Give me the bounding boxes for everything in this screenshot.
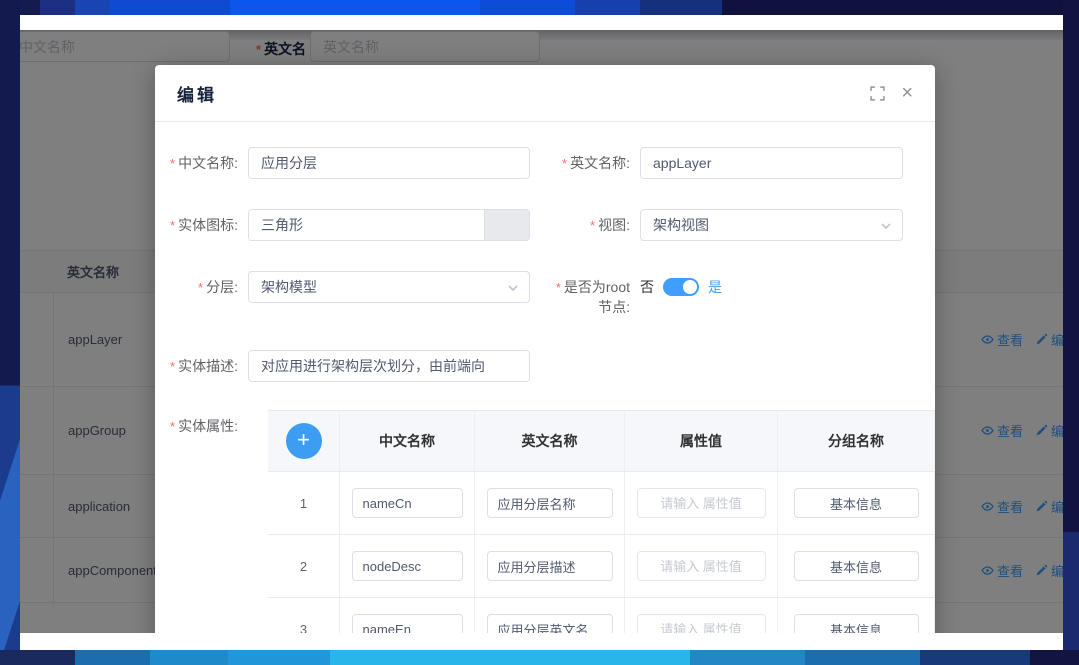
- attr-group-input[interactable]: [794, 551, 919, 581]
- attr-cn-name-input[interactable]: [352, 551, 463, 581]
- add-row-button[interactable]: +: [286, 423, 322, 459]
- attr-group-input[interactable]: [794, 488, 919, 518]
- attribute-row: 2: [268, 535, 935, 598]
- form-row: *实体图标: *视图: 架构视图: [155, 209, 935, 241]
- entity-desc-input[interactable]: [248, 350, 530, 382]
- attr-cn-name-input[interactable]: [352, 614, 463, 633]
- chevron-down-icon: [507, 282, 519, 294]
- row-index: 2: [268, 535, 340, 597]
- row-index: 3: [268, 598, 340, 633]
- icon-picker-button[interactable]: [484, 210, 529, 240]
- entity-icon-input-group: [248, 209, 530, 241]
- view-label: *视图:: [555, 209, 630, 236]
- toggle-on-text: 是: [708, 277, 722, 297]
- desktop-left-stripe: [0, 0, 20, 665]
- cn-name-label: *中文名称:: [163, 147, 238, 174]
- desktop-right-stripe: [1063, 0, 1079, 665]
- attr-value-input[interactable]: [637, 551, 766, 581]
- row-index: 1: [268, 472, 340, 534]
- layer-select-value: 架构模型: [261, 277, 317, 297]
- toggle-off-text: 否: [640, 277, 654, 297]
- switch-knob: [683, 280, 697, 294]
- is-root-label: *是否为root节点:: [555, 271, 630, 317]
- attr-en-name-input[interactable]: [487, 551, 613, 581]
- attr-en-name-input[interactable]: [487, 614, 613, 633]
- layer-label: *分层:: [163, 271, 238, 298]
- header-cn-name: 中文名称: [340, 411, 475, 471]
- is-root-switch[interactable]: [663, 278, 699, 296]
- header-en-name: 英文名称: [475, 411, 625, 471]
- close-icon[interactable]: ×: [901, 83, 913, 103]
- desktop-top-stripe: [0, 0, 1079, 15]
- form-row: *实体描述:: [155, 350, 935, 382]
- attr-group-input[interactable]: [794, 614, 919, 633]
- header-attr-value: 属性值: [625, 411, 778, 471]
- dialog-body: *中文名称: *英文名称: *实体图标: *视图: 架构视图: [155, 122, 935, 633]
- attribute-row: 3: [268, 598, 935, 633]
- entity-attrs-label: *实体属性:: [163, 410, 238, 437]
- attr-value-input[interactable]: [637, 488, 766, 518]
- form-row: *中文名称: *英文名称:: [155, 147, 935, 179]
- entity-desc-label: *实体描述:: [163, 350, 238, 377]
- cn-name-input[interactable]: [248, 147, 530, 179]
- edit-dialog: 编辑 × *中文名称: *英文名称: *实体图标:: [155, 65, 935, 633]
- entity-icon-label: *实体图标:: [163, 209, 238, 236]
- layer-select[interactable]: 架构模型: [248, 271, 530, 303]
- chevron-down-icon: [880, 220, 892, 232]
- attr-en-name-input[interactable]: [487, 488, 613, 518]
- en-name-input[interactable]: [640, 147, 903, 179]
- desktop-bottom-stripe: [0, 650, 1079, 665]
- view-select-value: 架构视图: [653, 215, 709, 235]
- is-root-toggle-group: 否 是: [640, 271, 722, 297]
- header-add-cell: +: [268, 411, 340, 471]
- app-window: *英文名 英文名称 appLayer 查看 编辑: [20, 15, 1063, 650]
- entity-icon-input[interactable]: [249, 210, 484, 240]
- attribute-row: 1: [268, 472, 935, 535]
- dialog-title: 编辑: [177, 81, 217, 106]
- form-row: *实体属性: + 中文名称 英文名称 属性值 分组名称 1: [155, 410, 935, 633]
- view-select[interactable]: 架构视图: [640, 209, 903, 241]
- attribute-table-header: + 中文名称 英文名称 属性值 分组名称: [268, 411, 935, 472]
- attr-cn-name-input[interactable]: [352, 488, 463, 518]
- header-group-name: 分组名称: [778, 411, 935, 471]
- attribute-table: + 中文名称 英文名称 属性值 分组名称 1: [268, 410, 935, 633]
- page-viewport: *英文名 英文名称 appLayer 查看 编辑: [20, 30, 1063, 633]
- attr-value-input[interactable]: [637, 614, 766, 633]
- en-name-label: *英文名称:: [555, 147, 630, 174]
- dialog-header: 编辑 ×: [155, 65, 935, 122]
- form-row: *分层: 架构模型 *是否为root节点: 否 是: [155, 271, 935, 317]
- fullscreen-icon[interactable]: [870, 86, 885, 101]
